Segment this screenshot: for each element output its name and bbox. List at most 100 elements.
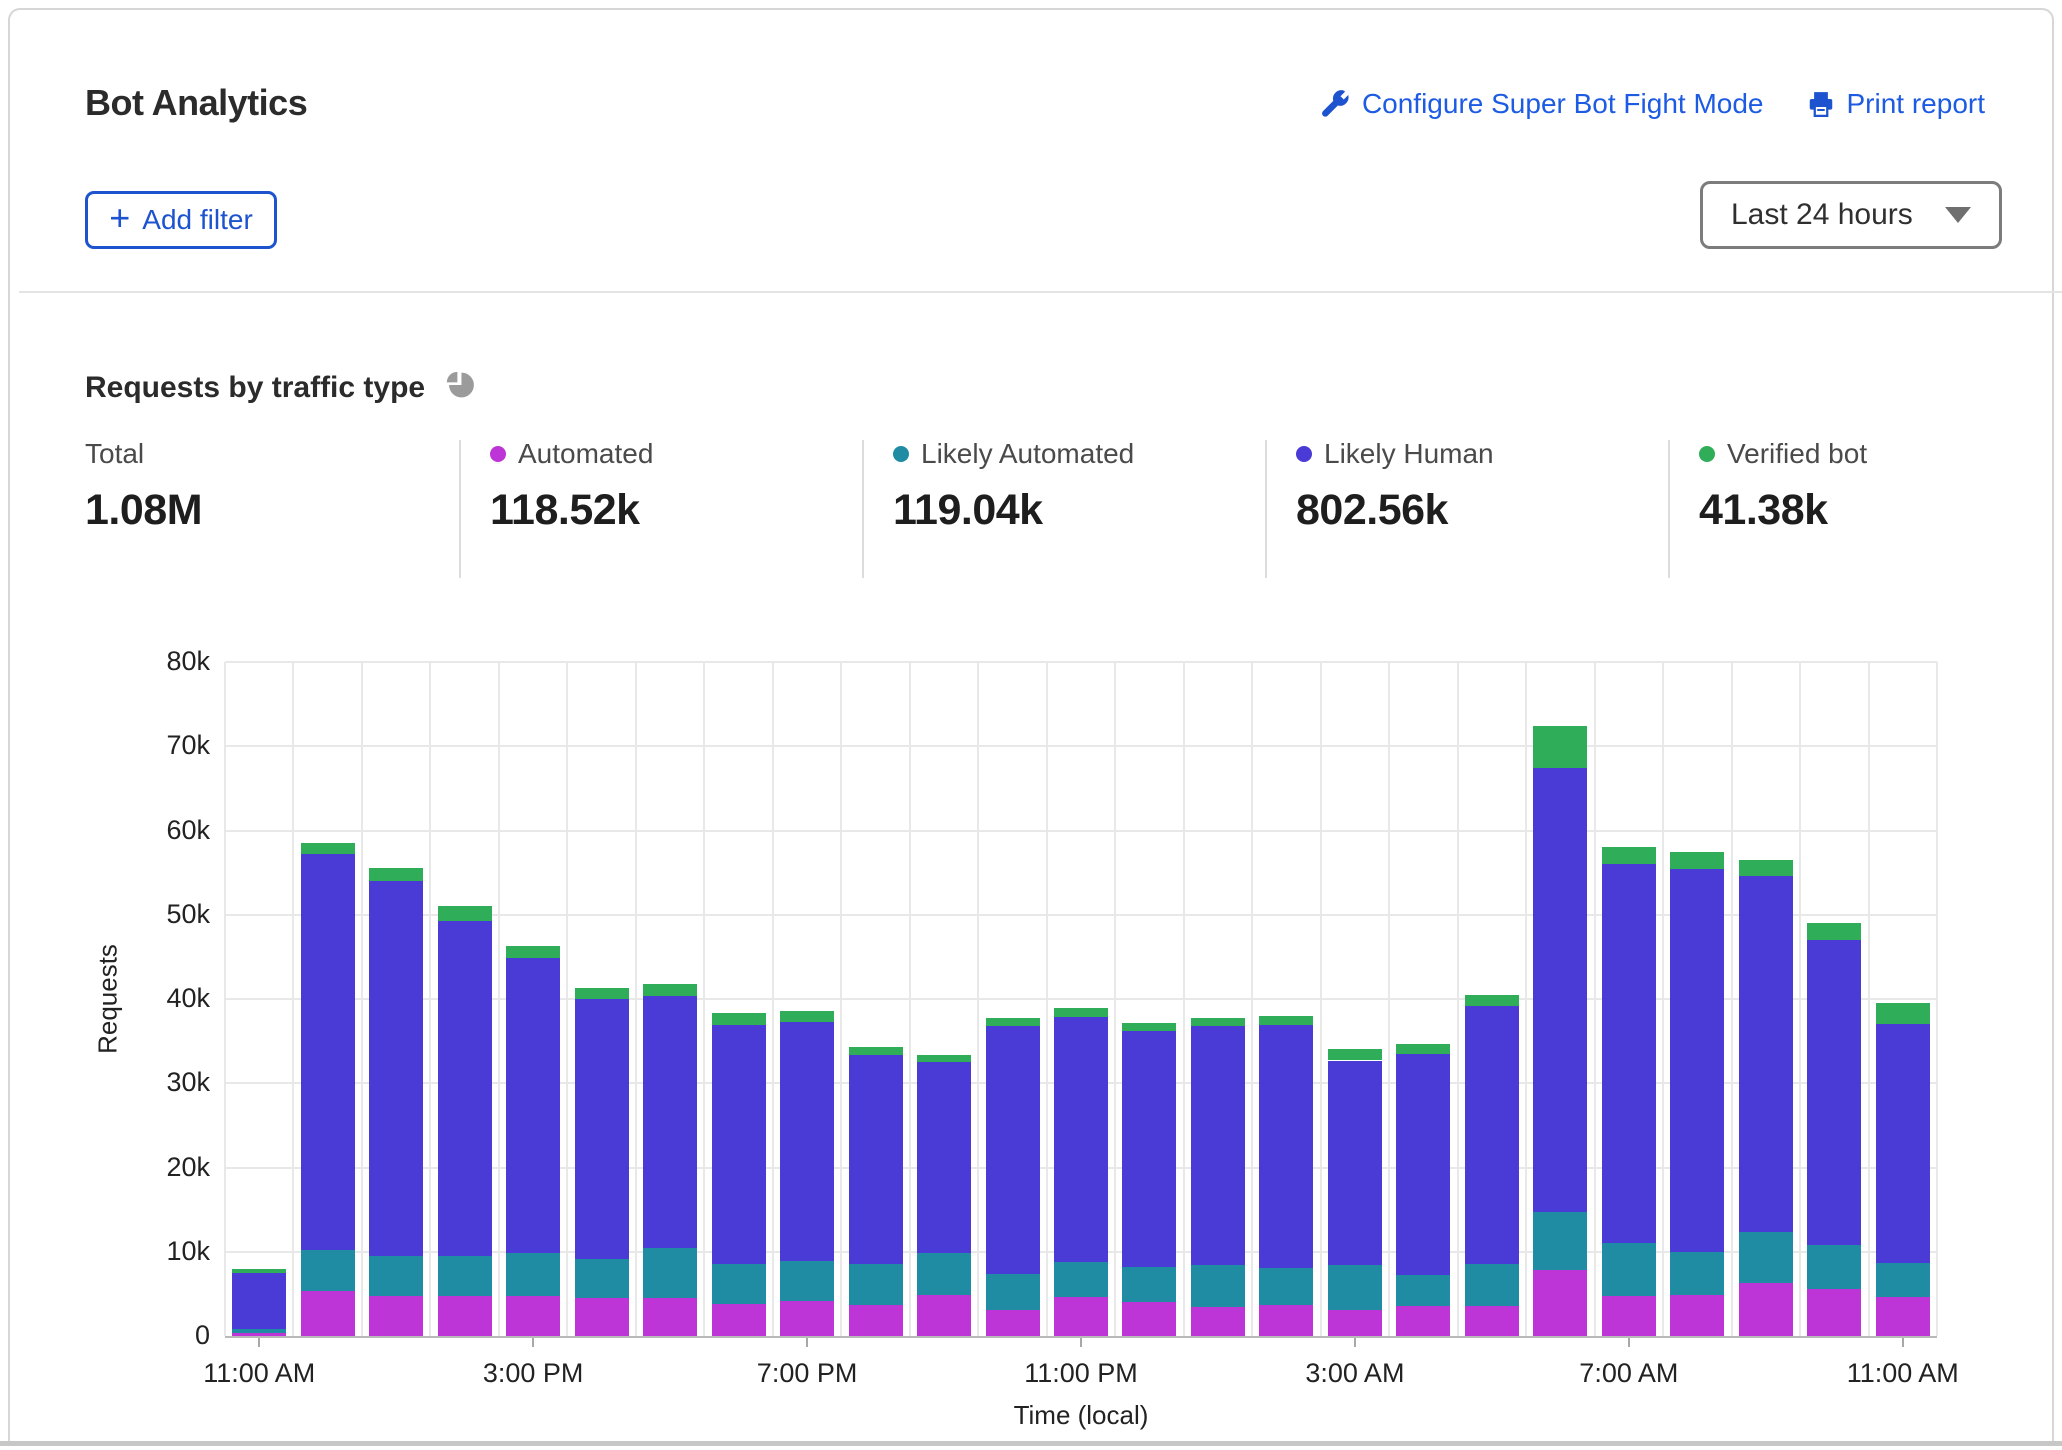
bar-segment-likely-automated[interactable]: [1190, 1265, 1245, 1307]
bar-segment-likely-human[interactable]: [437, 920, 492, 1256]
bar-segment-likely-human[interactable]: [1122, 1031, 1177, 1267]
bar-segment-likely-automated[interactable]: [1259, 1267, 1314, 1305]
bar-segment-likely-human[interactable]: [711, 1025, 766, 1264]
bar-segment-automated[interactable]: [1738, 1282, 1793, 1336]
bar-segment-automated[interactable]: [711, 1303, 766, 1336]
bar-segment-verified-bot[interactable]: [1259, 1015, 1314, 1026]
bar-segment-likely-human[interactable]: [232, 1272, 287, 1330]
bar-segment-automated[interactable]: [1464, 1305, 1519, 1336]
bar-segment-likely-automated[interactable]: [300, 1250, 355, 1292]
bar-segment-verified-bot[interactable]: [1464, 994, 1519, 1006]
bar-segment-verified-bot[interactable]: [232, 1268, 287, 1273]
print-report-link[interactable]: Print report: [1806, 88, 1985, 120]
bar-segment-likely-automated[interactable]: [1875, 1262, 1930, 1298]
bar-segment-automated[interactable]: [1807, 1288, 1862, 1336]
bar-segment-likely-automated[interactable]: [437, 1255, 492, 1297]
bar-segment-verified-bot[interactable]: [574, 988, 629, 999]
bar-segment-automated[interactable]: [1533, 1270, 1588, 1336]
bar-segment-verified-bot[interactable]: [848, 1047, 903, 1056]
bar-segment-verified-bot[interactable]: [643, 983, 698, 997]
bar-segment-verified-bot[interactable]: [1190, 1017, 1245, 1026]
bar-segment-verified-bot[interactable]: [1122, 1022, 1177, 1031]
bar-segment-verified-bot[interactable]: [1601, 847, 1656, 865]
bar-segment-likely-human[interactable]: [574, 999, 629, 1260]
bar-segment-likely-human[interactable]: [369, 881, 424, 1256]
bar-segment-likely-human[interactable]: [1738, 875, 1793, 1233]
bar-segment-automated[interactable]: [917, 1294, 972, 1336]
bar-segment-likely-human[interactable]: [643, 996, 698, 1249]
bar-segment-verified-bot[interactable]: [780, 1010, 835, 1022]
bar-segment-verified-bot[interactable]: [300, 843, 355, 855]
bar-segment-likely-human[interactable]: [985, 1025, 1040, 1274]
bar-segment-likely-human[interactable]: [1054, 1016, 1108, 1262]
bar-segment-likely-automated[interactable]: [711, 1263, 766, 1304]
bar-segment-automated[interactable]: [437, 1296, 492, 1336]
bar-segment-likely-human[interactable]: [1259, 1025, 1314, 1268]
bar-segment-likely-human[interactable]: [1396, 1053, 1451, 1276]
bar-segment-likely-automated[interactable]: [985, 1273, 1040, 1310]
bar-segment-verified-bot[interactable]: [369, 868, 424, 882]
add-filter-button[interactable]: + Add filter: [85, 191, 277, 249]
bar-segment-likely-human[interactable]: [1670, 869, 1725, 1252]
bar-segment-automated[interactable]: [1190, 1306, 1245, 1336]
bar-segment-likely-automated[interactable]: [232, 1329, 287, 1334]
bar-segment-likely-automated[interactable]: [1738, 1232, 1793, 1283]
bar-segment-likely-automated[interactable]: [1122, 1266, 1177, 1303]
bar-segment-verified-bot[interactable]: [1738, 859, 1793, 876]
bar-segment-automated[interactable]: [1670, 1294, 1725, 1336]
bar-segment-automated[interactable]: [780, 1301, 835, 1336]
bar-segment-automated[interactable]: [1327, 1309, 1382, 1336]
bar-segment-verified-bot[interactable]: [1054, 1008, 1108, 1017]
bar-segment-likely-human[interactable]: [1601, 864, 1656, 1244]
bar-segment-likely-human[interactable]: [1533, 768, 1588, 1213]
bar-segment-verified-bot[interactable]: [506, 945, 561, 958]
bar-segment-verified-bot[interactable]: [1533, 726, 1588, 769]
bar-segment-verified-bot[interactable]: [1327, 1048, 1382, 1061]
bar-segment-automated[interactable]: [848, 1304, 903, 1336]
bar-segment-likely-automated[interactable]: [848, 1264, 903, 1305]
bar-segment-automated[interactable]: [300, 1291, 355, 1336]
time-range-dropdown[interactable]: Last 24 hours: [1700, 181, 2002, 249]
bar-segment-likely-automated[interactable]: [1807, 1245, 1862, 1289]
bar-segment-automated[interactable]: [643, 1298, 698, 1336]
bar-segment-likely-human[interactable]: [1875, 1024, 1930, 1263]
bar-segment-automated[interactable]: [1396, 1305, 1451, 1336]
bar-segment-likely-human[interactable]: [917, 1062, 972, 1253]
bar-segment-likely-human[interactable]: [1807, 940, 1862, 1245]
bar-segment-automated[interactable]: [1259, 1304, 1314, 1336]
bar-segment-automated[interactable]: [369, 1296, 424, 1336]
bar-segment-likely-automated[interactable]: [369, 1255, 424, 1297]
bar-segment-automated[interactable]: [1054, 1297, 1108, 1336]
bar-segment-likely-automated[interactable]: [917, 1252, 972, 1295]
bar-segment-likely-automated[interactable]: [1396, 1275, 1451, 1306]
bar-segment-automated[interactable]: [1601, 1295, 1656, 1336]
bar-segment-verified-bot[interactable]: [1396, 1043, 1451, 1054]
bar-segment-automated[interactable]: [1875, 1297, 1930, 1336]
bar-segment-likely-automated[interactable]: [1464, 1263, 1519, 1306]
bar-segment-likely-automated[interactable]: [1601, 1243, 1656, 1296]
bar-segment-likely-automated[interactable]: [1327, 1265, 1382, 1310]
bar-segment-likely-automated[interactable]: [574, 1259, 629, 1299]
bar-segment-verified-bot[interactable]: [985, 1017, 1040, 1026]
bar-segment-likely-automated[interactable]: [780, 1261, 835, 1302]
bar-segment-likely-human[interactable]: [780, 1021, 835, 1261]
bar-segment-verified-bot[interactable]: [711, 1013, 766, 1026]
bar-segment-automated[interactable]: [506, 1295, 561, 1336]
bar-segment-likely-human[interactable]: [1464, 1005, 1519, 1264]
bar-segment-likely-human[interactable]: [1190, 1025, 1245, 1266]
bar-segment-likely-automated[interactable]: [1670, 1251, 1725, 1295]
configure-super-bot-fight-mode-link[interactable]: Configure Super Bot Fight Mode: [1321, 88, 1764, 120]
bar-segment-verified-bot[interactable]: [917, 1055, 972, 1063]
bar-segment-verified-bot[interactable]: [1807, 923, 1862, 941]
bar-segment-automated[interactable]: [985, 1309, 1040, 1336]
bar-segment-likely-human[interactable]: [300, 854, 355, 1251]
bar-segment-automated[interactable]: [574, 1298, 629, 1336]
bar-segment-likely-automated[interactable]: [506, 1253, 561, 1296]
bar-segment-likely-automated[interactable]: [1054, 1261, 1108, 1298]
bar-segment-likely-automated[interactable]: [643, 1248, 698, 1299]
bar-segment-automated[interactable]: [1122, 1302, 1177, 1336]
bar-segment-verified-bot[interactable]: [1670, 852, 1725, 870]
bar-segment-likely-human[interactable]: [506, 957, 561, 1254]
bar-segment-verified-bot[interactable]: [1875, 1003, 1930, 1025]
bar-segment-likely-human[interactable]: [1327, 1060, 1382, 1266]
